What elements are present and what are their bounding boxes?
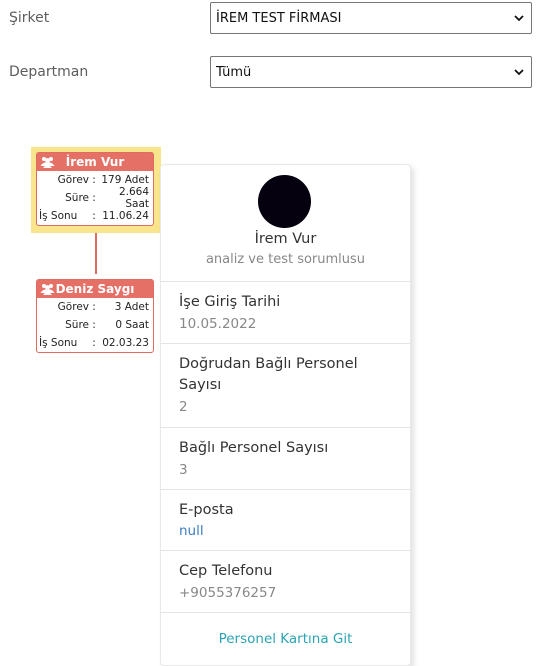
org-node-end-row: İş Sonu : 11.06.24 bbox=[37, 207, 153, 225]
separator: : bbox=[92, 174, 96, 186]
profile-title: analiz ve test sorumlusu bbox=[205, 252, 366, 267]
end-label: İş Sonu bbox=[39, 337, 78, 349]
direct-reports-section: Doğrudan Bağlı Personel Sayısı 2 bbox=[161, 343, 410, 428]
department-select-value: Tümü bbox=[216, 64, 252, 80]
end-value: 02.03.23 bbox=[102, 337, 149, 349]
users-icon bbox=[40, 157, 55, 168]
end-value: 11.06.24 bbox=[102, 210, 149, 222]
task-value: 3 Adet bbox=[114, 301, 149, 313]
task-label: Görev bbox=[57, 301, 89, 313]
chevron-down-icon bbox=[514, 69, 524, 76]
direct-reports-value: 2 bbox=[179, 399, 188, 415]
phone-value: +9055376257 bbox=[179, 585, 277, 601]
org-node-header: İrem Vur bbox=[37, 153, 153, 171]
company-label: Şirket bbox=[9, 10, 50, 26]
task-label: Görev bbox=[57, 174, 89, 186]
org-node-deniz-saygi[interactable]: Deniz Saygı Görev : 3 Adet Süre : 0 Saat… bbox=[36, 279, 154, 353]
separator: : bbox=[92, 192, 96, 204]
department-label: Departman bbox=[9, 64, 89, 80]
duration-label: Süre bbox=[65, 319, 89, 331]
avatar bbox=[258, 175, 311, 228]
total-reports-label: Bağlı Personel Sayısı bbox=[179, 440, 329, 456]
total-reports-section: Bağlı Personel Sayısı 3 bbox=[161, 427, 410, 490]
task-value: 179 Adet bbox=[101, 174, 149, 186]
org-node-duration-row: Süre : 0 Saat bbox=[37, 316, 153, 334]
users-icon bbox=[40, 284, 55, 295]
org-node-name: Deniz Saygı bbox=[55, 282, 135, 296]
profile-name: İrem Vur bbox=[254, 231, 317, 247]
chevron-down-icon bbox=[514, 15, 524, 22]
org-connector-line bbox=[95, 233, 97, 274]
org-node-task-row: Görev : 3 Adet bbox=[37, 298, 153, 316]
start-date-label: İşe Giriş Tarihi bbox=[179, 294, 281, 310]
phone-label: Cep Telefonu bbox=[179, 563, 273, 579]
duration-label: Süre bbox=[65, 192, 89, 204]
company-select[interactable]: İREM TEST FİRMASI bbox=[210, 2, 532, 34]
org-node-end-row: İş Sonu : 02.03.23 bbox=[37, 334, 153, 352]
org-node-header: Deniz Saygı bbox=[37, 280, 153, 298]
phone-section: Cep Telefonu +9055376257 bbox=[161, 550, 410, 613]
start-date-section: İşe Giriş Tarihi 10.05.2022 bbox=[161, 281, 410, 344]
personnel-card-link[interactable]: Personel Kartına Git bbox=[161, 631, 410, 647]
org-node-name: İrem Vur bbox=[65, 155, 125, 169]
end-label: İş Sonu bbox=[39, 210, 78, 222]
org-node-duration-row: Süre : 2.664 Saat bbox=[37, 186, 153, 210]
duration-value: 0 Saat bbox=[115, 319, 149, 331]
separator: : bbox=[92, 210, 96, 222]
email-section: E-posta null bbox=[161, 489, 410, 551]
email-label: E-posta bbox=[179, 502, 234, 518]
separator: : bbox=[92, 301, 96, 313]
direct-reports-label: Doğrudan Bağlı Personel Sayısı bbox=[179, 356, 358, 393]
profile-card: İrem Vur analiz ve test sorumlusu İşe Gi… bbox=[160, 164, 411, 666]
company-select-value: İREM TEST FİRMASI bbox=[216, 10, 342, 26]
department-select[interactable]: Tümü bbox=[210, 56, 532, 88]
start-date-value: 10.05.2022 bbox=[179, 316, 257, 332]
org-node-irem-vur[interactable]: İrem Vur Görev : 179 Adet Süre : 2.664 S… bbox=[36, 152, 154, 226]
separator: : bbox=[92, 337, 96, 349]
total-reports-value: 3 bbox=[179, 462, 188, 478]
email-link[interactable]: null bbox=[179, 523, 204, 539]
separator: : bbox=[92, 319, 96, 331]
duration-value: 2.664 Saat bbox=[118, 186, 149, 210]
